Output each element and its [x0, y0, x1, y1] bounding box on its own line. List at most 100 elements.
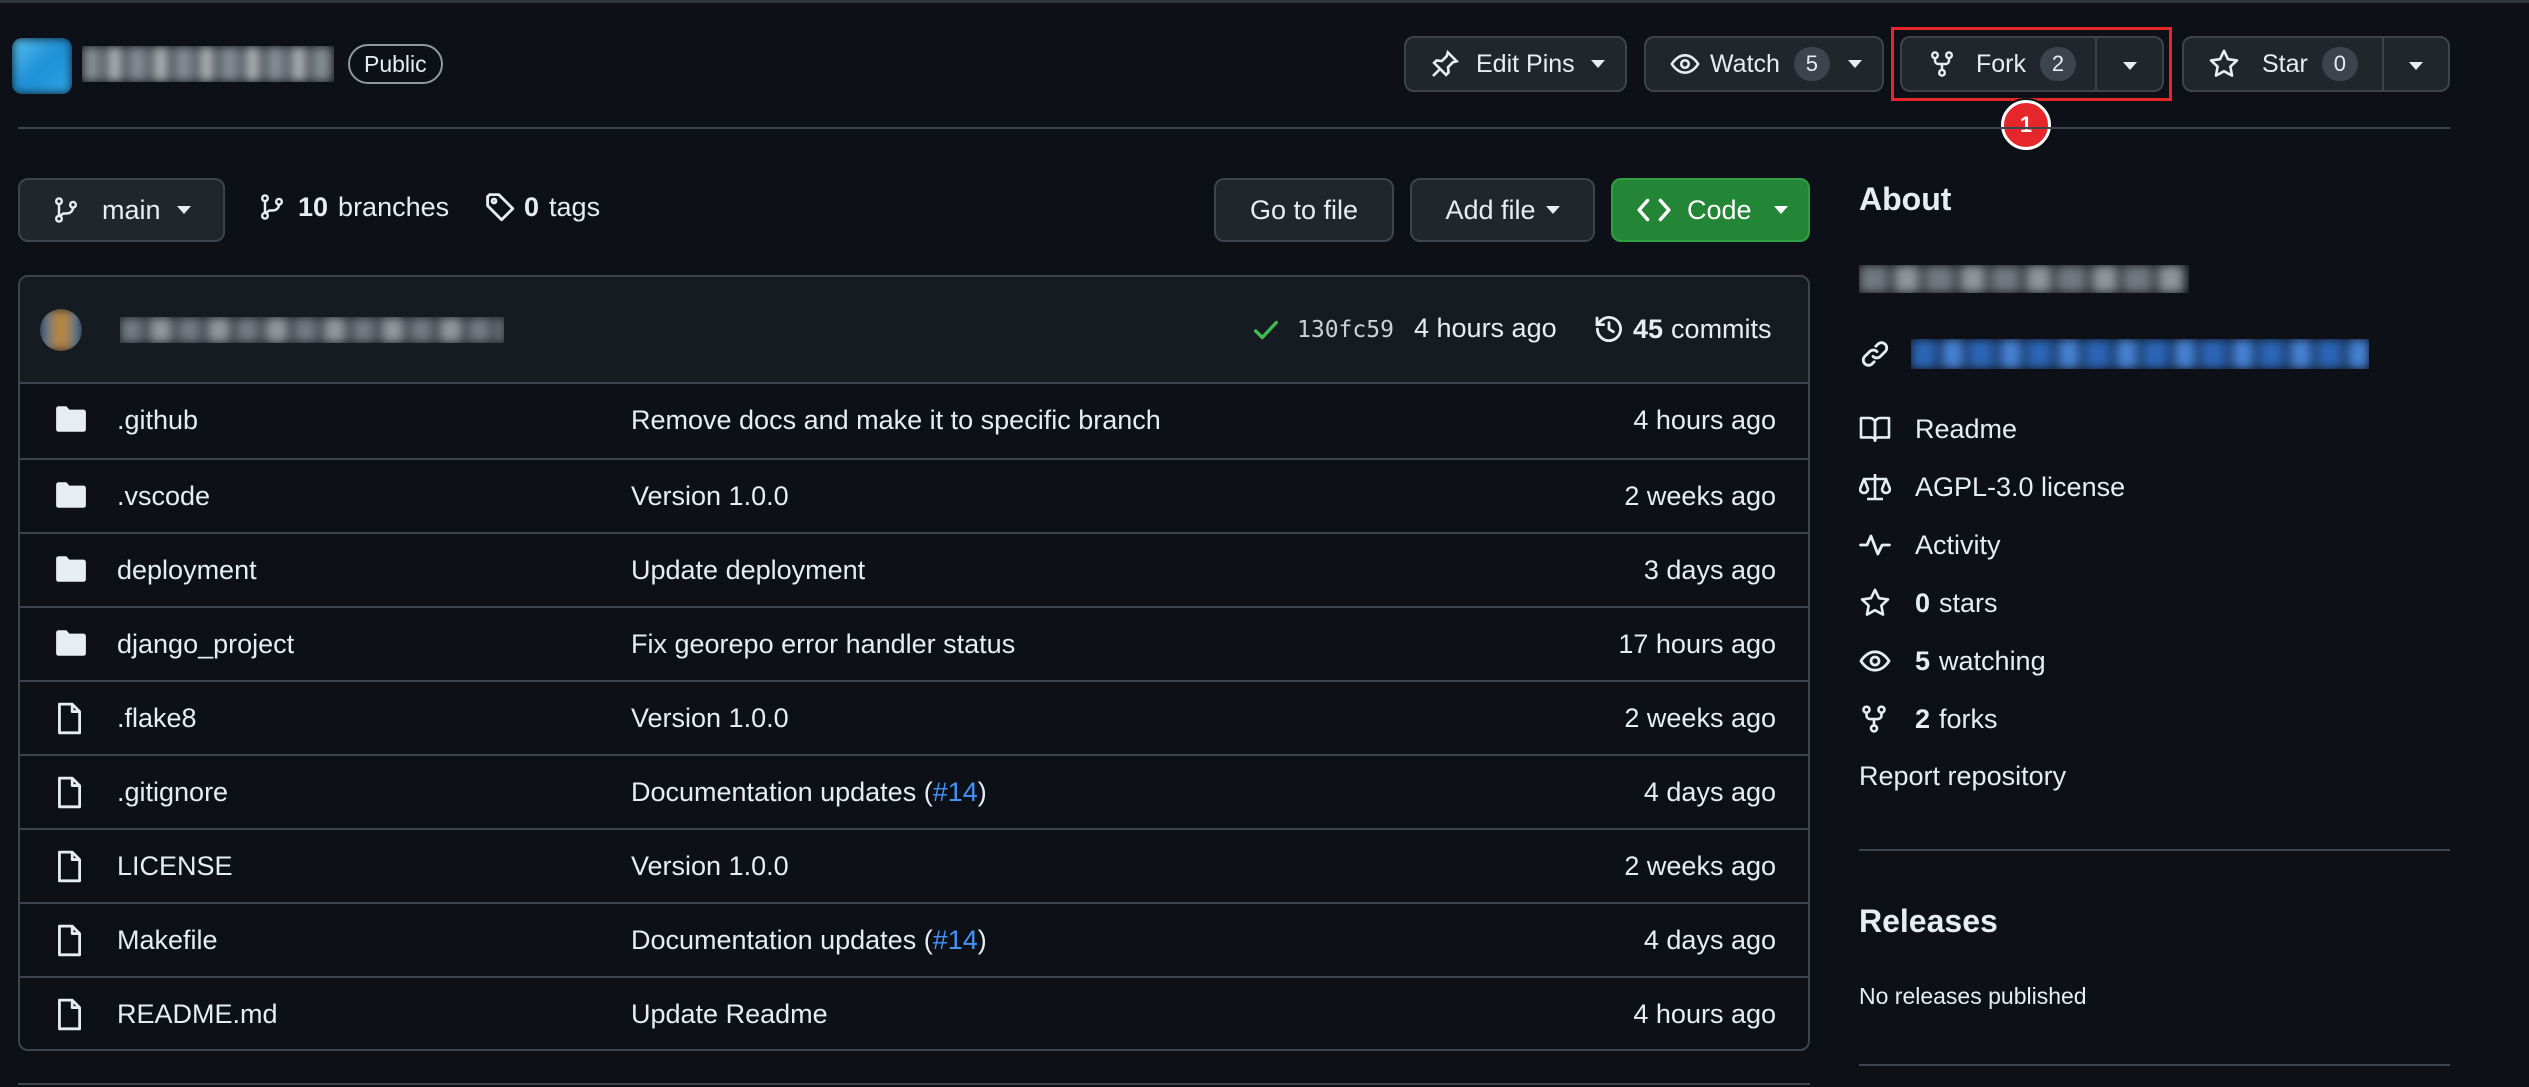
commit-message-text: Fix georepo error handler status: [631, 629, 1016, 659]
file-name-link[interactable]: django_project: [117, 629, 294, 660]
go-to-file-button[interactable]: Go to file: [1214, 178, 1394, 242]
law-icon: [1859, 471, 1895, 503]
stars-count: 0: [1915, 587, 1931, 618]
readme-label: Readme: [1915, 413, 2018, 444]
visibility-label: Public: [364, 50, 427, 77]
commit-message-link[interactable]: Documentation updates (#14): [631, 925, 987, 956]
commit-hash[interactable]: 130fc59: [1297, 317, 1394, 343]
edit-pins-label: Edit Pins: [1476, 49, 1575, 78]
file-row[interactable]: Makefile Documentation updates (#14) 4 day…: [20, 902, 1808, 976]
file-name-link[interactable]: Makefile: [117, 925, 218, 956]
commit-message-link[interactable]: Version 1.0.0: [631, 481, 789, 512]
file-name-link[interactable]: .gitignore: [117, 777, 228, 808]
edit-pins-button[interactable]: Edit Pins: [1404, 36, 1627, 92]
sidebar-divider: [1859, 1064, 2450, 1066]
file-updated-time: 4 days ago: [1643, 777, 1776, 807]
forks-link[interactable]: 2 forks: [1859, 703, 1998, 735]
file-name-link[interactable]: .flake8: [117, 703, 197, 734]
commit-message-text: Remove docs and make it to specific bran…: [631, 405, 1161, 435]
watching-count: 5: [1915, 645, 1931, 676]
latest-commit-bar: 130fc59 4 hours ago 45 commits: [20, 277, 1808, 384]
code-icon: [1637, 196, 1671, 224]
repo-owner-name[interactable]: [82, 46, 334, 82]
file-name-link[interactable]: README.md: [117, 999, 278, 1030]
pull-request-link[interactable]: #14: [933, 777, 978, 807]
star-label: Star: [2262, 49, 2308, 78]
commit-message-link[interactable]: Documentation updates (#14): [631, 777, 987, 808]
activity-link[interactable]: Activity: [1859, 529, 2001, 561]
annotation-marker: 1: [2001, 100, 2051, 150]
chevron-down-icon: [1847, 60, 1862, 68]
folder-icon: [54, 404, 88, 434]
visibility-badge: Public: [348, 44, 443, 84]
commit-message-link[interactable]: Version 1.0.0: [631, 851, 789, 882]
readme-link[interactable]: Readme: [1859, 413, 2017, 445]
commit-message-link[interactable]: Update deployment: [631, 555, 865, 586]
star-dropdown-button[interactable]: [2382, 36, 2450, 92]
chevron-down-icon: [1590, 60, 1605, 68]
commit-message-link[interactable]: Update Readme: [631, 999, 828, 1030]
file-name-link[interactable]: .github: [117, 405, 198, 436]
watch-button[interactable]: Watch 5: [1644, 36, 1884, 92]
file-icon: [54, 850, 84, 884]
file-row[interactable]: .gitignore Documentation updates (#14) 4 d…: [20, 754, 1808, 828]
chevron-down-icon: [1773, 206, 1788, 214]
file-row[interactable]: django_project Fix georepo error handler …: [20, 606, 1808, 680]
file-updated-time: 4 days ago: [1643, 925, 1776, 955]
commit-message-end: ): [977, 925, 987, 955]
commit-message-text: Update deployment: [631, 555, 866, 585]
watching-link[interactable]: 5 watching: [1859, 645, 2046, 677]
file-updated-time: 4 hours ago: [1633, 405, 1776, 435]
pulse-icon: [1859, 529, 1895, 561]
file-name-link[interactable]: deployment: [117, 555, 257, 586]
license-link[interactable]: AGPL-3.0 license: [1859, 471, 2125, 503]
branch-select-button[interactable]: main: [18, 178, 225, 242]
branches-count: 10: [298, 191, 329, 222]
go-to-file-label: Go to file: [1249, 194, 1359, 225]
branches-link[interactable]: 10 branches: [258, 191, 449, 223]
pull-request-link[interactable]: #14: [933, 925, 978, 955]
stars-link[interactable]: 0 stars: [1859, 587, 1998, 619]
folder-icon: [54, 628, 88, 658]
chevron-down-icon: [1545, 206, 1560, 214]
fork-icon: [1859, 703, 1895, 735]
commit-author-avatar[interactable]: [40, 309, 82, 351]
git-branch-icon: [258, 191, 286, 223]
commit-message-blurred[interactable]: [120, 317, 504, 343]
commits-count: 45: [1633, 313, 1664, 344]
chevron-down-icon: [2409, 62, 2423, 70]
file-name-link[interactable]: .vscode: [117, 481, 210, 512]
file-row[interactable]: deployment Update deployment 3 days ago: [20, 532, 1808, 606]
file-name-link[interactable]: LICENSE: [117, 851, 233, 882]
file-icon: [54, 924, 84, 958]
branch-name: main: [102, 194, 161, 225]
file-updated-time: 2 weeks ago: [1624, 851, 1776, 881]
homepage-link[interactable]: [1859, 338, 2369, 370]
commit-message-link[interactable]: Version 1.0.0: [631, 703, 789, 734]
file-row[interactable]: .github Remove docs and make it to specif…: [20, 384, 1808, 458]
commit-message-link[interactable]: Fix georepo error handler status: [631, 629, 1015, 660]
link-icon: [1859, 338, 1891, 370]
star-button[interactable]: Star 0: [2182, 36, 2384, 92]
commit-message-link[interactable]: Remove docs and make it to specific bran…: [631, 405, 1161, 436]
sidebar-divider: [1859, 849, 2450, 851]
commit-message-text: Version 1.0.0: [631, 481, 789, 511]
code-button[interactable]: Code: [1611, 178, 1810, 242]
header-divider: [18, 127, 2450, 129]
file-row[interactable]: LICENSE Version 1.0.0 2 weeks ago: [20, 828, 1808, 902]
releases-heading[interactable]: Releases: [1859, 903, 1998, 940]
file-row[interactable]: .vscode Version 1.0.0 2 weeks ago: [20, 458, 1808, 532]
no-releases-text: No releases published: [1859, 983, 2087, 1009]
eye-icon: [1670, 49, 1700, 79]
tags-link[interactable]: 0 tags: [484, 191, 600, 223]
add-file-button[interactable]: Add file: [1410, 178, 1595, 242]
pin-icon: [1430, 49, 1460, 79]
commits-label: commits: [1671, 313, 1772, 344]
file-row[interactable]: .flake8 Version 1.0.0 2 weeks ago: [20, 680, 1808, 754]
repo-avatar[interactable]: [12, 38, 72, 94]
file-row[interactable]: README.md Update Readme 4 hours ago: [20, 976, 1808, 1049]
eye-icon: [1859, 645, 1895, 677]
commits-link[interactable]: 45 commits: [1593, 313, 1772, 345]
commit-message-text: Update Readme: [631, 999, 828, 1029]
report-repository-link[interactable]: Report repository: [1859, 761, 2066, 792]
